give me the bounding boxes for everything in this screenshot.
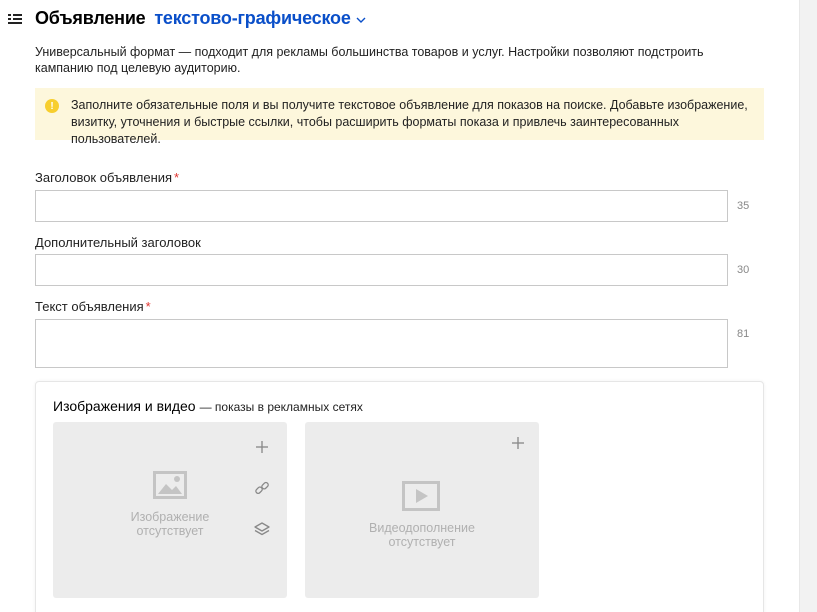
headline-label: Заголовок объявления *: [35, 170, 179, 185]
video-empty-line1: Видеодополнение: [369, 521, 475, 535]
image-gallery-button[interactable]: [253, 520, 271, 538]
image-by-link-button[interactable]: [253, 479, 271, 497]
required-mark: *: [145, 299, 151, 314]
media-section-title: Изображения и видео — показы в рекламных …: [53, 398, 363, 414]
plus-icon: [256, 441, 268, 453]
add-video-button[interactable]: [509, 434, 527, 452]
headline-input[interactable]: [35, 190, 728, 222]
headline-char-counter: 35: [737, 200, 750, 212]
title-prefix: Объявление: [35, 8, 146, 28]
ad-text-input[interactable]: [35, 319, 728, 368]
ad-text-label: Текст объявления *: [35, 299, 151, 314]
ad-type-dropdown[interactable]: текстово-графическое: [154, 8, 351, 28]
required-mark: *: [174, 170, 180, 185]
ad-editor-page: Объявление текстово-графическое Универса…: [0, 0, 817, 612]
image-empty-line1: Изображение: [130, 510, 210, 524]
media-subtitle: — показы в рекламных сетях: [199, 400, 363, 414]
ad-text-label-text: Текст объявления: [35, 299, 144, 314]
plus-icon: [512, 437, 524, 449]
image-empty-line2: отсутствует: [136, 524, 204, 538]
link-icon: [255, 481, 269, 495]
right-scroll-rail[interactable]: [799, 0, 817, 612]
layers-icon: [254, 522, 270, 536]
ad-header: Объявление текстово-графическое: [7, 8, 367, 29]
media-section: Изображения и видео — показы в рекламных …: [35, 381, 764, 612]
page-title: Объявление текстово-графическое: [35, 8, 351, 29]
subheadline-label-text: Дополнительный заголовок: [35, 235, 201, 250]
media-title-text: Изображения и видео: [53, 398, 196, 414]
image-empty-text: Изображение отсутствует: [53, 510, 287, 538]
subheadline-label: Дополнительный заголовок: [35, 235, 201, 250]
ad-text-char-counter: 81: [737, 328, 750, 340]
image-slot[interactable]: Изображение отсутствует: [53, 422, 287, 598]
video-slot[interactable]: Видеодополнение отсутствует: [305, 422, 539, 598]
format-description: Универсальный формат — подходит для рекл…: [35, 45, 704, 75]
video-empty-line2: отсутствует: [388, 535, 456, 549]
chevron-down-icon[interactable]: [355, 14, 367, 26]
video-placeholder-icon: [402, 481, 440, 511]
list-menu-icon[interactable]: [7, 11, 23, 27]
image-placeholder-icon: [153, 471, 187, 499]
subheadline-input[interactable]: [35, 254, 728, 286]
notice-text: Заполните обязательные поля и вы получит…: [71, 98, 748, 146]
add-image-button[interactable]: [253, 438, 271, 456]
headline-label-text: Заголовок объявления: [35, 170, 173, 185]
info-notice: ! Заполните обязательные поля и вы получ…: [35, 88, 764, 146]
subheadline-char-counter: 30: [737, 264, 750, 276]
warning-icon: !: [45, 99, 59, 113]
video-empty-text: Видеодополнение отсутствует: [305, 521, 539, 549]
